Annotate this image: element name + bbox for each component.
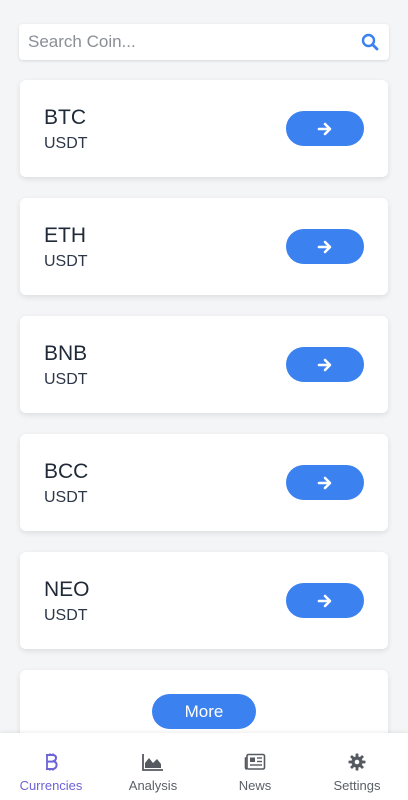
search-input[interactable] xyxy=(28,32,359,52)
coin-quote: USDT xyxy=(44,253,88,270)
arrow-right-icon xyxy=(317,476,332,489)
open-coin-button[interactable] xyxy=(286,111,364,146)
nav-label: Currencies xyxy=(19,778,83,793)
coin-card: BTC USDT xyxy=(20,80,388,177)
nav-label: News xyxy=(238,778,272,793)
coin-card: NEO USDT xyxy=(20,552,388,649)
bottom-nav: Currencies Analysis News Settings xyxy=(0,733,408,800)
area-chart-icon xyxy=(142,752,164,772)
nav-item-currencies[interactable]: Currencies xyxy=(0,733,102,800)
nav-label: Settings xyxy=(333,778,381,793)
open-coin-button[interactable] xyxy=(286,465,364,500)
more-button[interactable]: More xyxy=(152,694,256,729)
coin-symbol: ETH xyxy=(44,224,86,247)
coin-symbol: NEO xyxy=(44,578,90,601)
arrow-right-icon xyxy=(317,122,332,135)
coin-symbol: BTC xyxy=(44,106,86,129)
open-coin-button[interactable] xyxy=(286,347,364,382)
coin-card: ETH USDT xyxy=(20,198,388,295)
coin-quote: USDT xyxy=(44,135,88,152)
search-bar xyxy=(19,24,389,60)
coin-quote: USDT xyxy=(44,607,88,624)
arrow-right-icon xyxy=(317,594,332,607)
arrow-right-icon xyxy=(317,240,332,253)
nav-item-settings[interactable]: Settings xyxy=(306,733,408,800)
coin-card: BNB USDT xyxy=(20,316,388,413)
coin-quote: USDT xyxy=(44,489,88,506)
newspaper-icon xyxy=(244,752,266,772)
nav-label: Analysis xyxy=(128,778,178,793)
open-coin-button[interactable] xyxy=(286,583,364,618)
coin-symbol: BCC xyxy=(44,460,89,483)
coin-symbol: BNB xyxy=(44,342,88,365)
open-coin-button[interactable] xyxy=(286,229,364,264)
bitcoin-icon xyxy=(40,752,62,772)
nav-item-news[interactable]: News xyxy=(204,733,306,800)
arrow-right-icon xyxy=(317,358,332,371)
gear-icon xyxy=(346,752,368,772)
nav-item-analysis[interactable]: Analysis xyxy=(102,733,204,800)
coin-card: BCC USDT xyxy=(20,434,388,531)
coin-quote: USDT xyxy=(44,371,88,388)
search-icon[interactable] xyxy=(359,31,381,53)
